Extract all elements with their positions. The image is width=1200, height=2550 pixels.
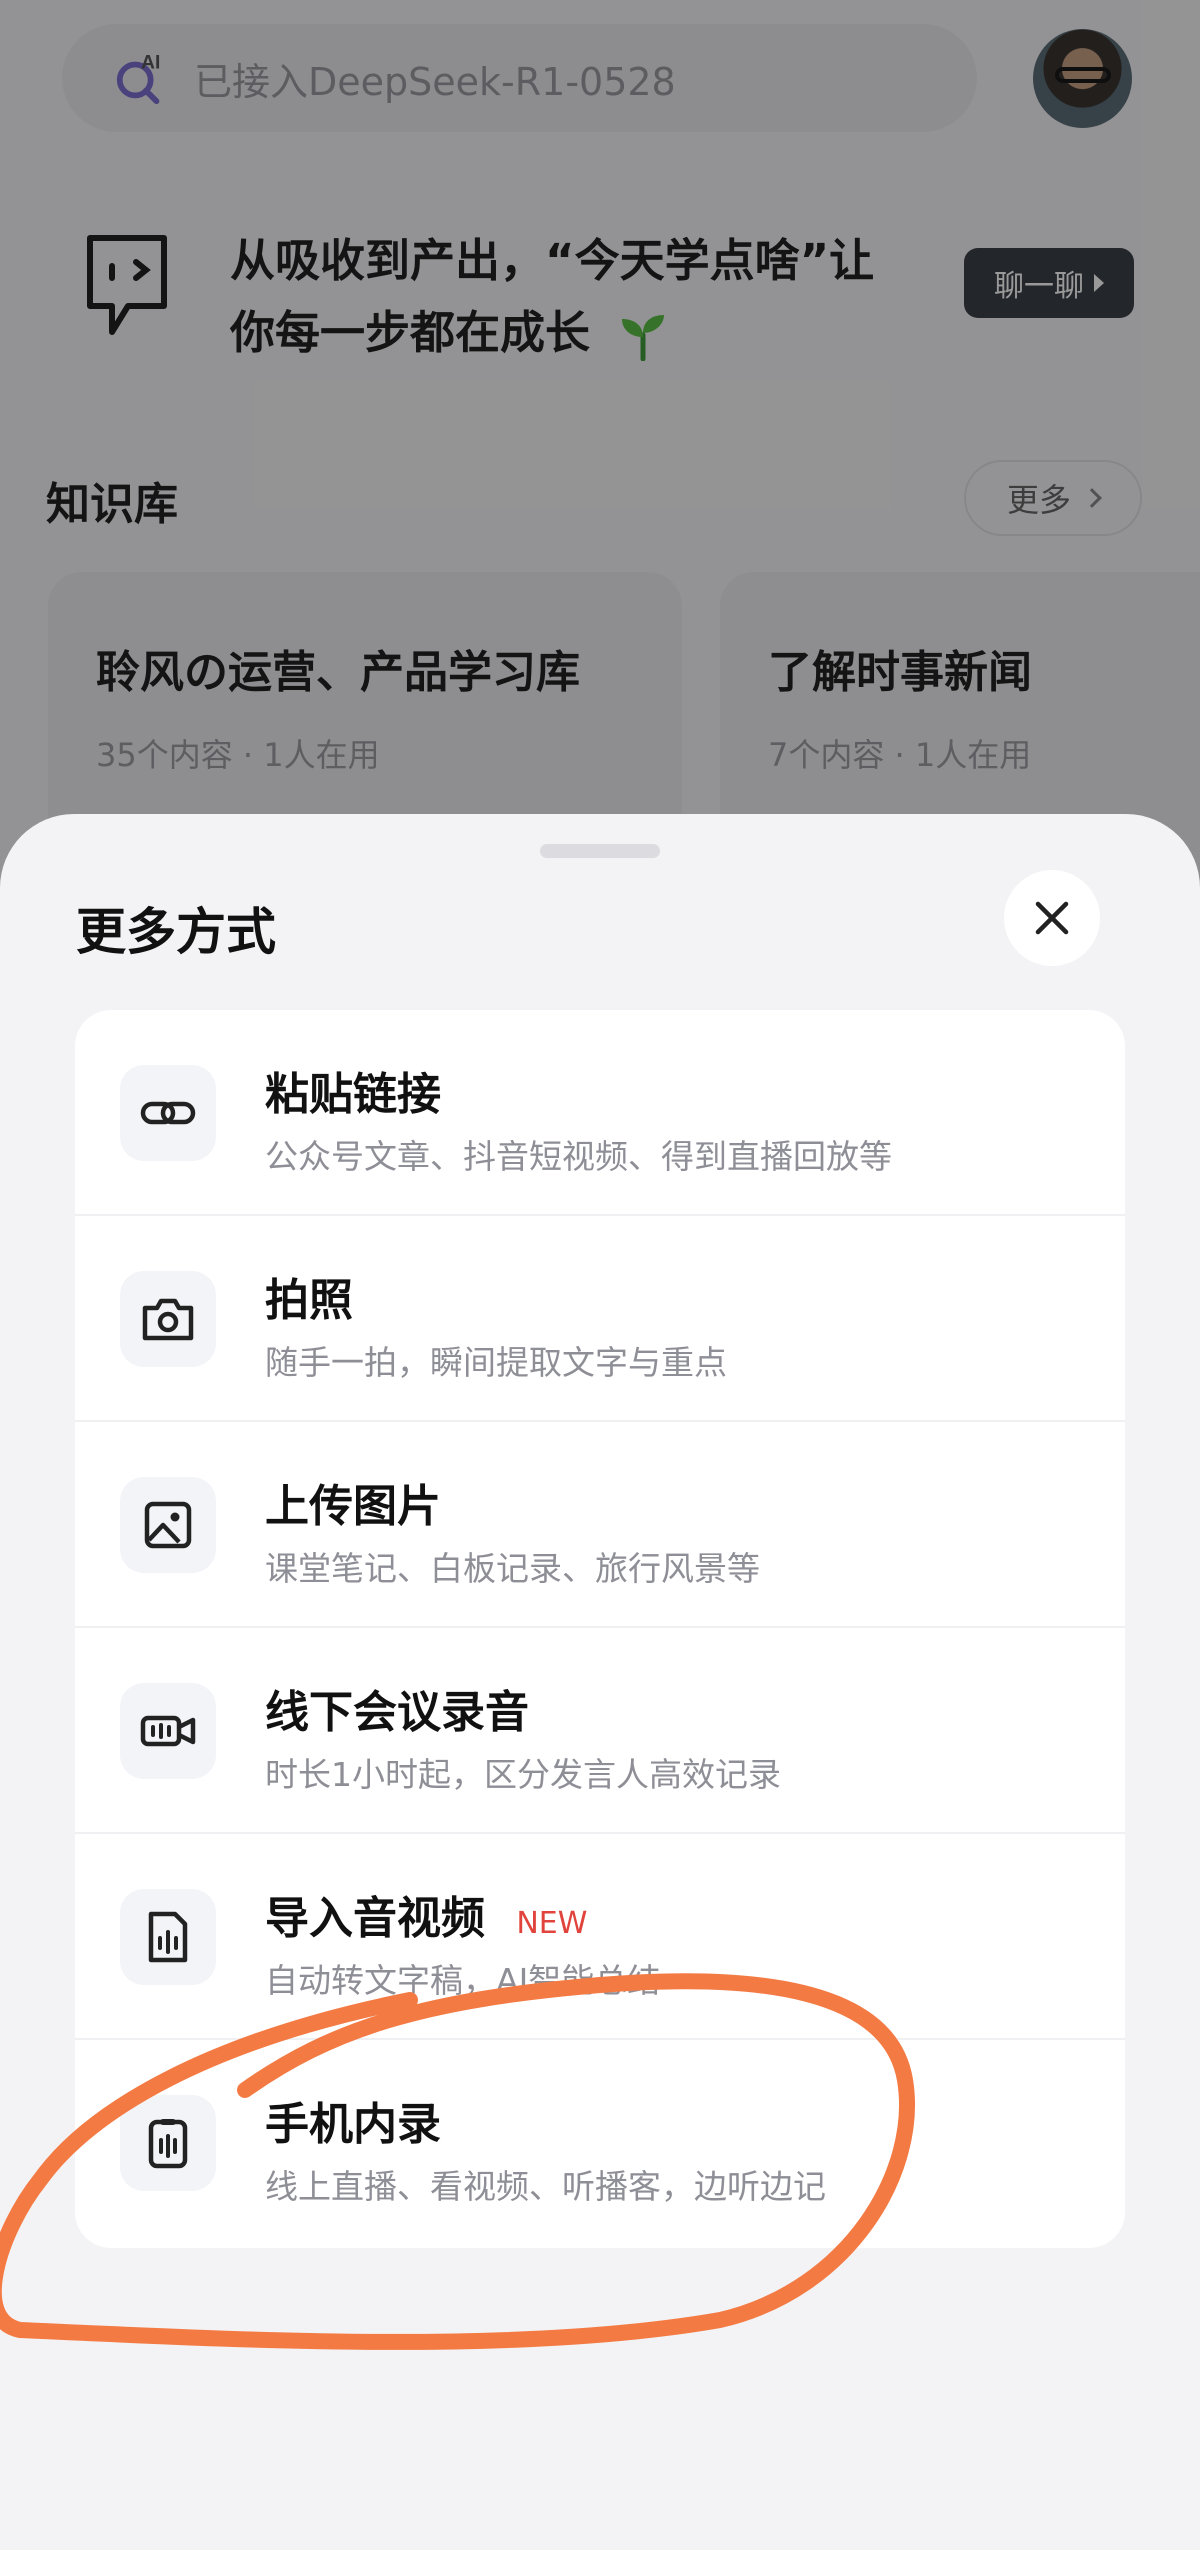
sheet-title: 更多方式 bbox=[76, 903, 276, 961]
option-title: 拍照 bbox=[265, 1275, 353, 1326]
option-subtitle: 线上直播、看视频、听播客，边听边记 bbox=[265, 2167, 826, 2206]
option-icon-wrap bbox=[120, 1065, 216, 1161]
option-icon-wrap bbox=[120, 1271, 216, 1367]
option-icon-wrap bbox=[120, 1683, 216, 1779]
option-title: 线下会议录音 bbox=[265, 1687, 529, 1738]
drag-handle[interactable] bbox=[540, 844, 660, 858]
link-icon bbox=[140, 1101, 196, 1125]
option-subtitle: 时长1小时起，区分发言人高效记录 bbox=[265, 1755, 781, 1794]
option-icon-wrap bbox=[120, 2095, 216, 2191]
close-icon bbox=[1035, 901, 1069, 935]
image-icon bbox=[144, 1501, 192, 1549]
option-upload-image[interactable]: 上传图片 课堂笔记、白板记录、旅行风景等 bbox=[75, 1422, 1125, 1628]
option-subtitle: 自动转文字稿，AI智能总结 bbox=[265, 1961, 661, 2000]
option-meeting-record[interactable]: 线下会议录音 时长1小时起，区分发言人高效记录 bbox=[75, 1628, 1125, 1834]
dim-overlay[interactable] bbox=[0, 0, 1200, 900]
close-button[interactable] bbox=[1004, 870, 1100, 966]
option-subtitle: 随手一拍，瞬间提取文字与重点 bbox=[265, 1343, 727, 1382]
option-subtitle: 课堂笔记、白板记录、旅行风景等 bbox=[265, 1549, 760, 1588]
phone-record-icon bbox=[148, 2119, 188, 2169]
option-title: 上传图片 bbox=[265, 1481, 441, 1532]
options-list: 粘贴链接 公众号文章、抖音短视频、得到直播回放等 拍照 随手一拍，瞬间提取文字与… bbox=[75, 1010, 1125, 2248]
option-paste-link[interactable]: 粘贴链接 公众号文章、抖音短视频、得到直播回放等 bbox=[75, 1010, 1125, 1216]
option-title-text: 导入音视频 bbox=[265, 1893, 485, 1944]
camera-icon bbox=[142, 1298, 194, 1341]
new-badge: NEW bbox=[516, 1906, 588, 1941]
more-options-sheet: 更多方式 粘贴链接 公众号文章、抖音短视频、得到直播回放等 拍照 随手一拍，瞬间… bbox=[0, 814, 1200, 2550]
option-take-photo[interactable]: 拍照 随手一拍，瞬间提取文字与重点 bbox=[75, 1216, 1125, 1422]
option-icon-wrap bbox=[120, 1477, 216, 1573]
option-import-media[interactable]: 导入音视频 NEW 自动转文字稿，AI智能总结 bbox=[75, 1834, 1125, 2040]
audio-file-icon bbox=[148, 1911, 188, 1963]
option-title: 手机内录 bbox=[265, 2099, 441, 2150]
option-title: 粘贴链接 bbox=[265, 1069, 441, 1120]
video-record-icon bbox=[140, 1715, 196, 1747]
option-subtitle: 公众号文章、抖音短视频、得到直播回放等 bbox=[265, 1137, 892, 1176]
option-title: 导入音视频 NEW bbox=[265, 1882, 587, 1946]
option-phone-record[interactable]: 手机内录 线上直播、看视频、听播客，边听边记 bbox=[75, 2040, 1125, 2246]
option-icon-wrap bbox=[120, 1889, 216, 1985]
